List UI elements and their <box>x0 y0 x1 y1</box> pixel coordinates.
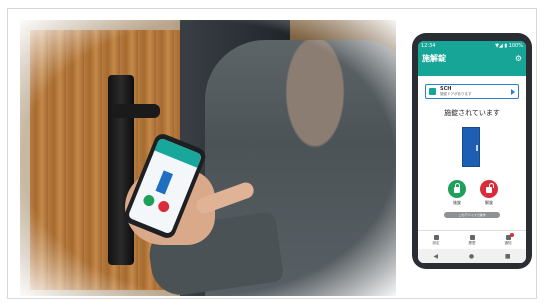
document-icon <box>469 234 475 240</box>
lock-status-text: 施錠されています <box>444 109 500 117</box>
lock-button[interactable] <box>448 180 466 198</box>
home-icon[interactable]: ● <box>469 253 474 260</box>
padlock-closed-icon <box>454 187 460 193</box>
nav-settings[interactable]: 設定 <box>433 234 440 246</box>
history-button[interactable]: このデバイスで操作 <box>444 212 500 218</box>
device-subtitle: 施錠ドアがあります <box>440 92 472 97</box>
device-card[interactable]: SCH 施錠ドアがあります <box>425 84 519 99</box>
settings-icon[interactable]: ⚙ <box>515 54 522 63</box>
lock-icon <box>429 88 436 95</box>
app-title: 施解錠 <box>422 53 446 63</box>
app-bar: 施解錠 ⚙ <box>418 50 526 66</box>
lock-label: 施錠 <box>453 200 461 205</box>
back-icon[interactable]: ◀ <box>433 253 438 260</box>
nav-history[interactable]: 履歴 <box>469 234 476 246</box>
unlock-button[interactable] <box>480 180 498 198</box>
status-time: 12:34 <box>421 42 436 49</box>
bottom-nav: 設定 履歴 通知 <box>418 230 526 249</box>
nav-notifications[interactable]: 通知 <box>505 232 514 246</box>
status-icons: ▼◢ ▮ 100% <box>495 42 523 49</box>
status-bar: 12:34 ▼◢ ▮ 100% <box>418 41 526 50</box>
smartphone-mockup: 12:34 ▼◢ ▮ 100% 施解錠 ⚙ SCH 施錠ドアがあります 施錠され… <box>412 33 532 269</box>
phone-screen: 12:34 ▼◢ ▮ 100% 施解錠 ⚙ SCH 施錠ドアがあります 施錠され… <box>418 41 526 263</box>
photo-person-unlocking-door <box>20 20 396 296</box>
system-nav-bar: ◀ ● ■ <box>418 249 526 263</box>
recents-icon[interactable]: ■ <box>505 253 511 260</box>
gear-icon <box>433 234 439 240</box>
unlock-label: 解錠 <box>485 200 493 205</box>
door-icon <box>462 127 480 167</box>
notification-badge <box>509 232 514 237</box>
padlock-open-icon <box>486 187 492 193</box>
chevron-right-icon <box>511 88 515 95</box>
